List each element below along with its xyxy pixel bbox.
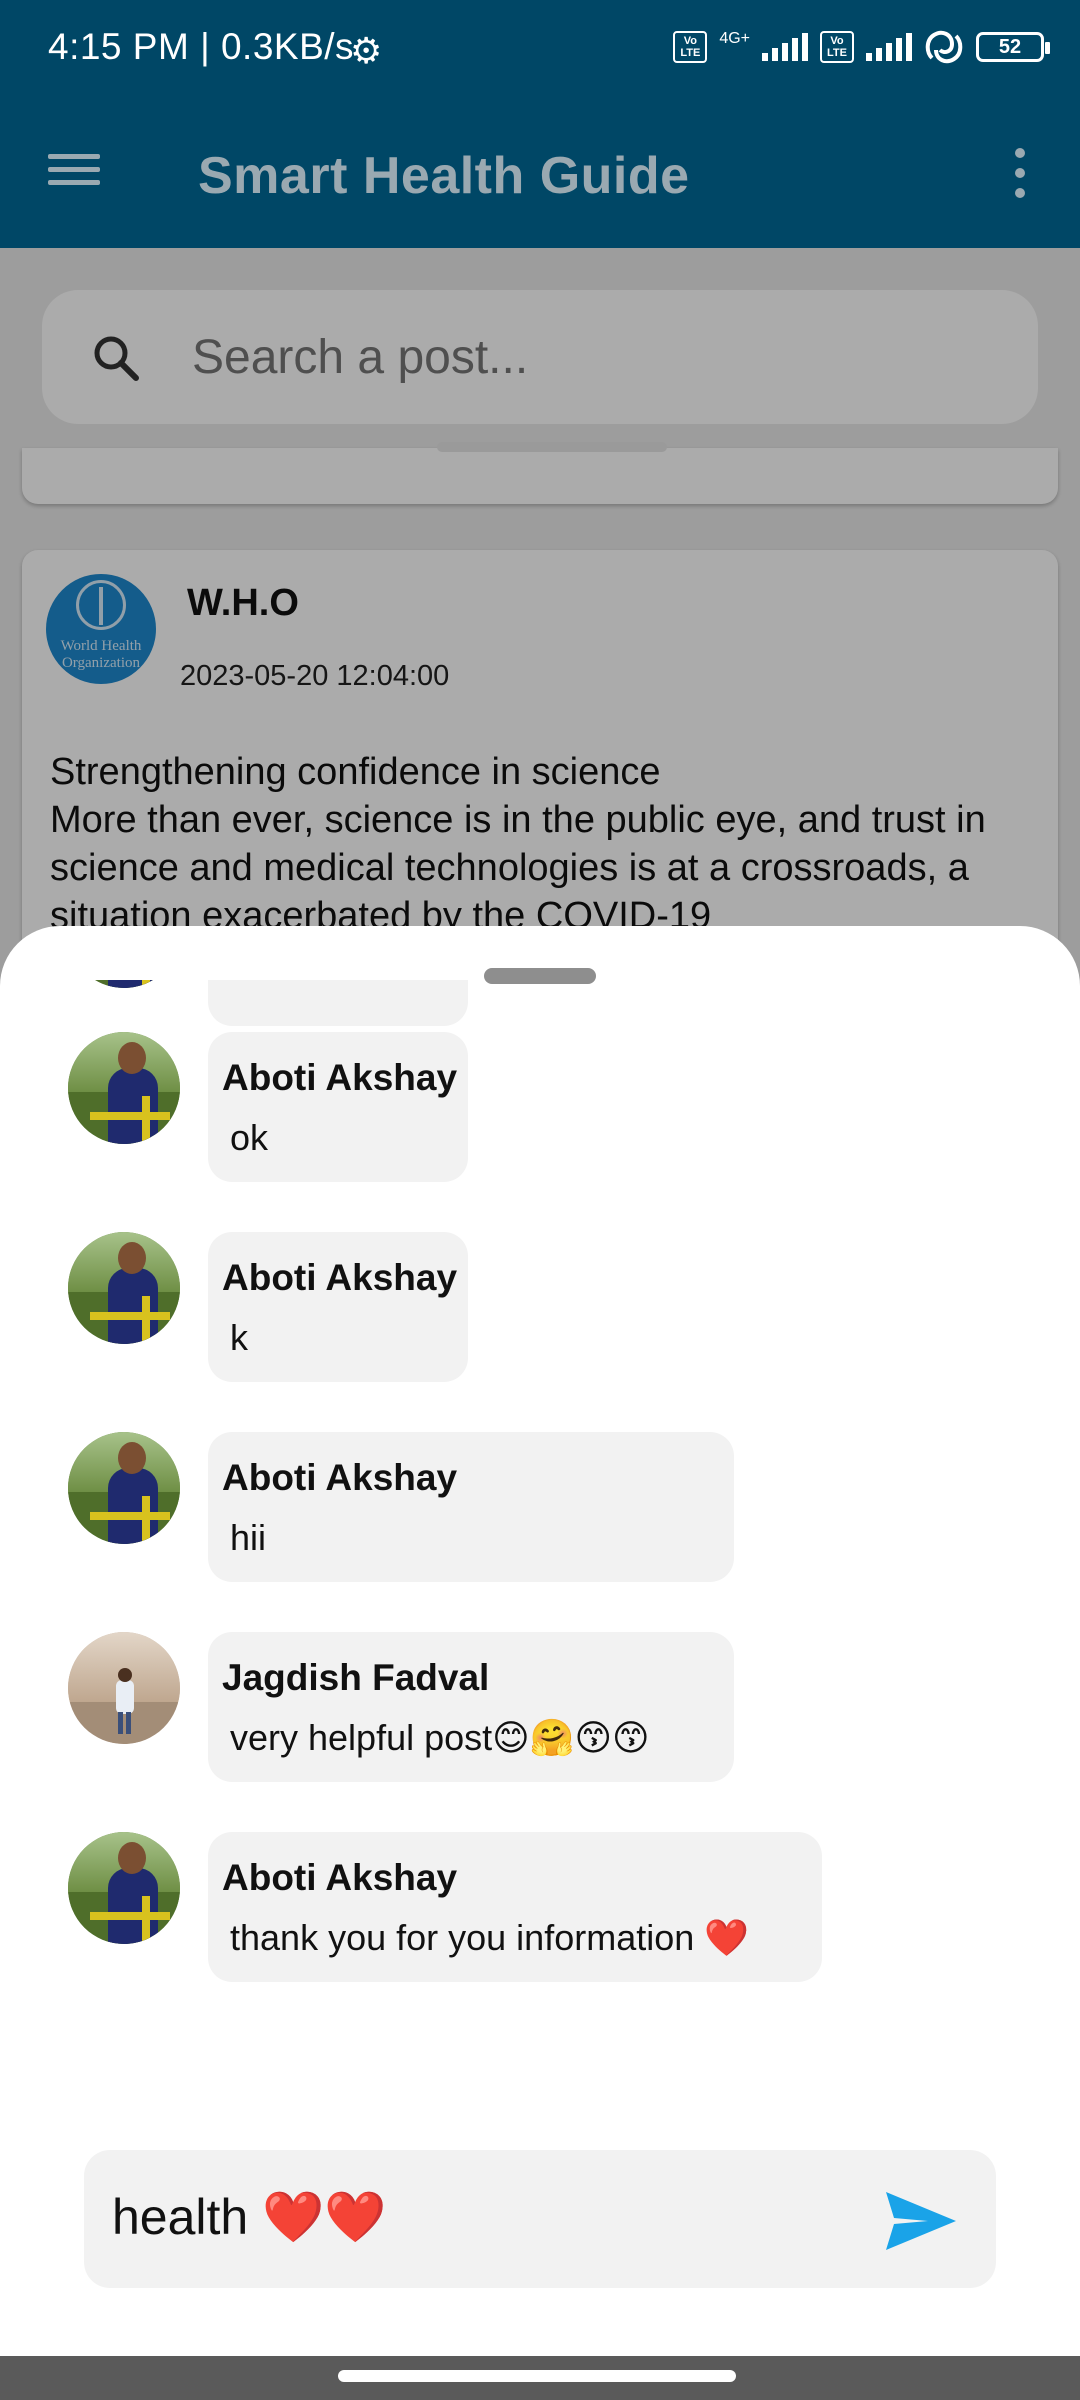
app-title: Smart Health Guide <box>198 147 690 205</box>
comment-input[interactable]: health ❤️❤️ <box>112 2188 387 2247</box>
avatar[interactable] <box>68 1632 180 1744</box>
comment-item: Jagdish Fadval very helpful post😊🤗😙😙 <box>0 1632 1080 1782</box>
avatar[interactable] <box>68 1232 180 1344</box>
comment-author: Jagdish Fadval <box>222 1657 490 1698</box>
comment-item: Aboti Akshay hii <box>0 1432 1080 1582</box>
status-time: 4:15 PM | 0.3KB/s <box>48 26 355 67</box>
comment-text: thank you for you information ❤️ <box>230 1917 750 1958</box>
home-gesture-pill[interactable] <box>338 2370 736 2382</box>
more-options-icon[interactable] <box>1010 148 1030 204</box>
settings-icon: ⚙ <box>350 30 383 71</box>
navigation-bar <box>0 2356 1080 2400</box>
comment-item: Aboti Akshay thank you for you informati… <box>0 1832 1080 1982</box>
signal-icon <box>762 33 808 61</box>
comment-list[interactable]: hii Aboti Akshay ok Aboti Akshay k Aboti… <box>0 980 1080 2040</box>
app-bar: Smart Health Guide <box>0 104 1080 248</box>
comment-bubble: Aboti Akshay thank you for you informati… <box>208 1832 822 1982</box>
avatar[interactable] <box>68 1432 180 1544</box>
send-icon[interactable] <box>884 2190 958 2252</box>
signal-icon <box>866 33 912 61</box>
comment-bubble: hii <box>208 980 468 1026</box>
comment-author: Aboti Akshay <box>222 1257 458 1298</box>
volte-icon: Vo LTE <box>673 31 708 63</box>
comments-sheet: hii Aboti Akshay ok Aboti Akshay k Aboti… <box>0 926 1080 2356</box>
network-type: 4G+ <box>719 30 750 47</box>
avatar[interactable] <box>68 1832 180 1944</box>
comment-text: hii <box>230 1517 267 1558</box>
comment-bubble: Jagdish Fadval very helpful post😊🤗😙😙 <box>208 1632 734 1782</box>
menu-icon[interactable] <box>48 146 108 206</box>
comment-composer[interactable]: health ❤️❤️ <box>84 2150 996 2288</box>
comment-bubble: Aboti Akshay k <box>208 1232 468 1382</box>
comment-item: Aboti Akshay k <box>0 1232 1080 1382</box>
status-bar: 4:15 PM | 0.3KB/s ⚙ Vo LTE 4G+ Vo LTE 52 <box>0 0 1080 104</box>
comment-text: ok <box>230 1117 269 1158</box>
comment-author: Aboti Akshay <box>222 1857 458 1898</box>
volte-icon: Vo LTE <box>820 31 854 63</box>
battery-icon: 52 <box>976 32 1050 62</box>
comment-item: Aboti Akshay ok <box>0 1032 1080 1182</box>
avatar[interactable] <box>68 980 180 988</box>
drag-handle[interactable] <box>484 968 596 984</box>
comment-author: Aboti Akshay <box>222 1057 458 1098</box>
avatar[interactable] <box>68 1032 180 1144</box>
comment-item: hii <box>0 980 1080 1026</box>
comment-bubble: Aboti Akshay hii <box>208 1432 734 1582</box>
status-icons: Vo LTE 4G+ Vo LTE 52 <box>673 30 1050 64</box>
comment-bubble: Aboti Akshay ok <box>208 1032 468 1182</box>
hotspot-icon <box>925 30 963 64</box>
comment-text: very helpful post😊🤗😙😙 <box>230 1717 650 1758</box>
comment-author: Aboti Akshay <box>222 1457 458 1498</box>
comment-text: k <box>230 1317 248 1358</box>
